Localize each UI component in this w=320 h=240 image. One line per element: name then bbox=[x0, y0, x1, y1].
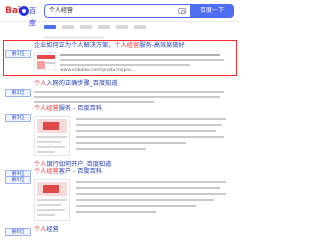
snippet-line bbox=[76, 181, 226, 183]
snippet-line bbox=[60, 54, 220, 56]
snippet-line bbox=[34, 91, 224, 93]
search-header: Bai 百度 个人经营 百度一下 bbox=[0, 0, 240, 27]
snippet-line bbox=[76, 118, 226, 120]
result-item: 个人经营 bbox=[34, 226, 230, 238]
result-title[interactable]: 个人入网的正确步骤_百度知道 bbox=[34, 80, 118, 88]
result-count-line bbox=[44, 36, 104, 39]
rank-badge: 第2位 bbox=[5, 89, 31, 97]
snippet-line bbox=[76, 187, 220, 189]
tab-web[interactable] bbox=[44, 25, 56, 29]
search-button[interactable]: 百度一下 bbox=[190, 4, 234, 18]
rank-badge: 第5位 bbox=[5, 176, 31, 184]
result-title[interactable]: 个人经营服务 - 百度百科 bbox=[34, 105, 102, 113]
snippet-line bbox=[76, 211, 156, 213]
tab-item[interactable] bbox=[62, 25, 74, 29]
snippet-line bbox=[76, 124, 222, 126]
snippet-line bbox=[60, 64, 190, 66]
snippet-line bbox=[34, 96, 220, 98]
rank-badge: 第6位 bbox=[5, 228, 31, 236]
tab-item[interactable] bbox=[98, 25, 110, 29]
snippet-line bbox=[76, 130, 216, 132]
rank-badge: 第1位 bbox=[5, 50, 31, 58]
tab-item[interactable] bbox=[80, 25, 92, 29]
baidu-logo[interactable]: Bai 百度 bbox=[5, 5, 39, 27]
camera-icon[interactable] bbox=[178, 8, 186, 14]
result-title[interactable]: 个人经营客户 - 百度百科 bbox=[34, 168, 102, 176]
paw-icon bbox=[19, 6, 29, 16]
snippet-line bbox=[76, 142, 186, 144]
snippet-line bbox=[76, 148, 146, 150]
result-thumbnail[interactable] bbox=[34, 116, 70, 156]
result-title[interactable]: 企业如何正为个人解决方案，个人经营服务-高效易做好 bbox=[34, 42, 185, 50]
search-results-page: Bai 百度 个人经营 百度一下 第1位 企业如何正为个人解决方案，个人经营服务… bbox=[0, 0, 240, 240]
snippet-line bbox=[76, 193, 226, 195]
search-tabs bbox=[0, 22, 240, 34]
search-input[interactable]: 个人经营 bbox=[44, 4, 190, 18]
tab-item[interactable] bbox=[134, 25, 146, 29]
snippet-line bbox=[76, 199, 214, 201]
snippet-line bbox=[34, 101, 154, 103]
result-thumbnail[interactable] bbox=[34, 179, 70, 221]
snippet-line bbox=[76, 136, 224, 138]
search-query: 个人经营 bbox=[49, 7, 74, 14]
result-thumbnail[interactable] bbox=[34, 52, 56, 70]
rank-badge: 第3位 bbox=[5, 114, 31, 122]
snippet-line bbox=[76, 205, 196, 207]
tab-item[interactable] bbox=[116, 25, 128, 29]
snippet-line bbox=[60, 59, 224, 61]
result-title[interactable]: 个人经营 bbox=[34, 226, 59, 234]
result-url[interactable]: www.enbaike.com/products/pro... bbox=[60, 68, 135, 74]
